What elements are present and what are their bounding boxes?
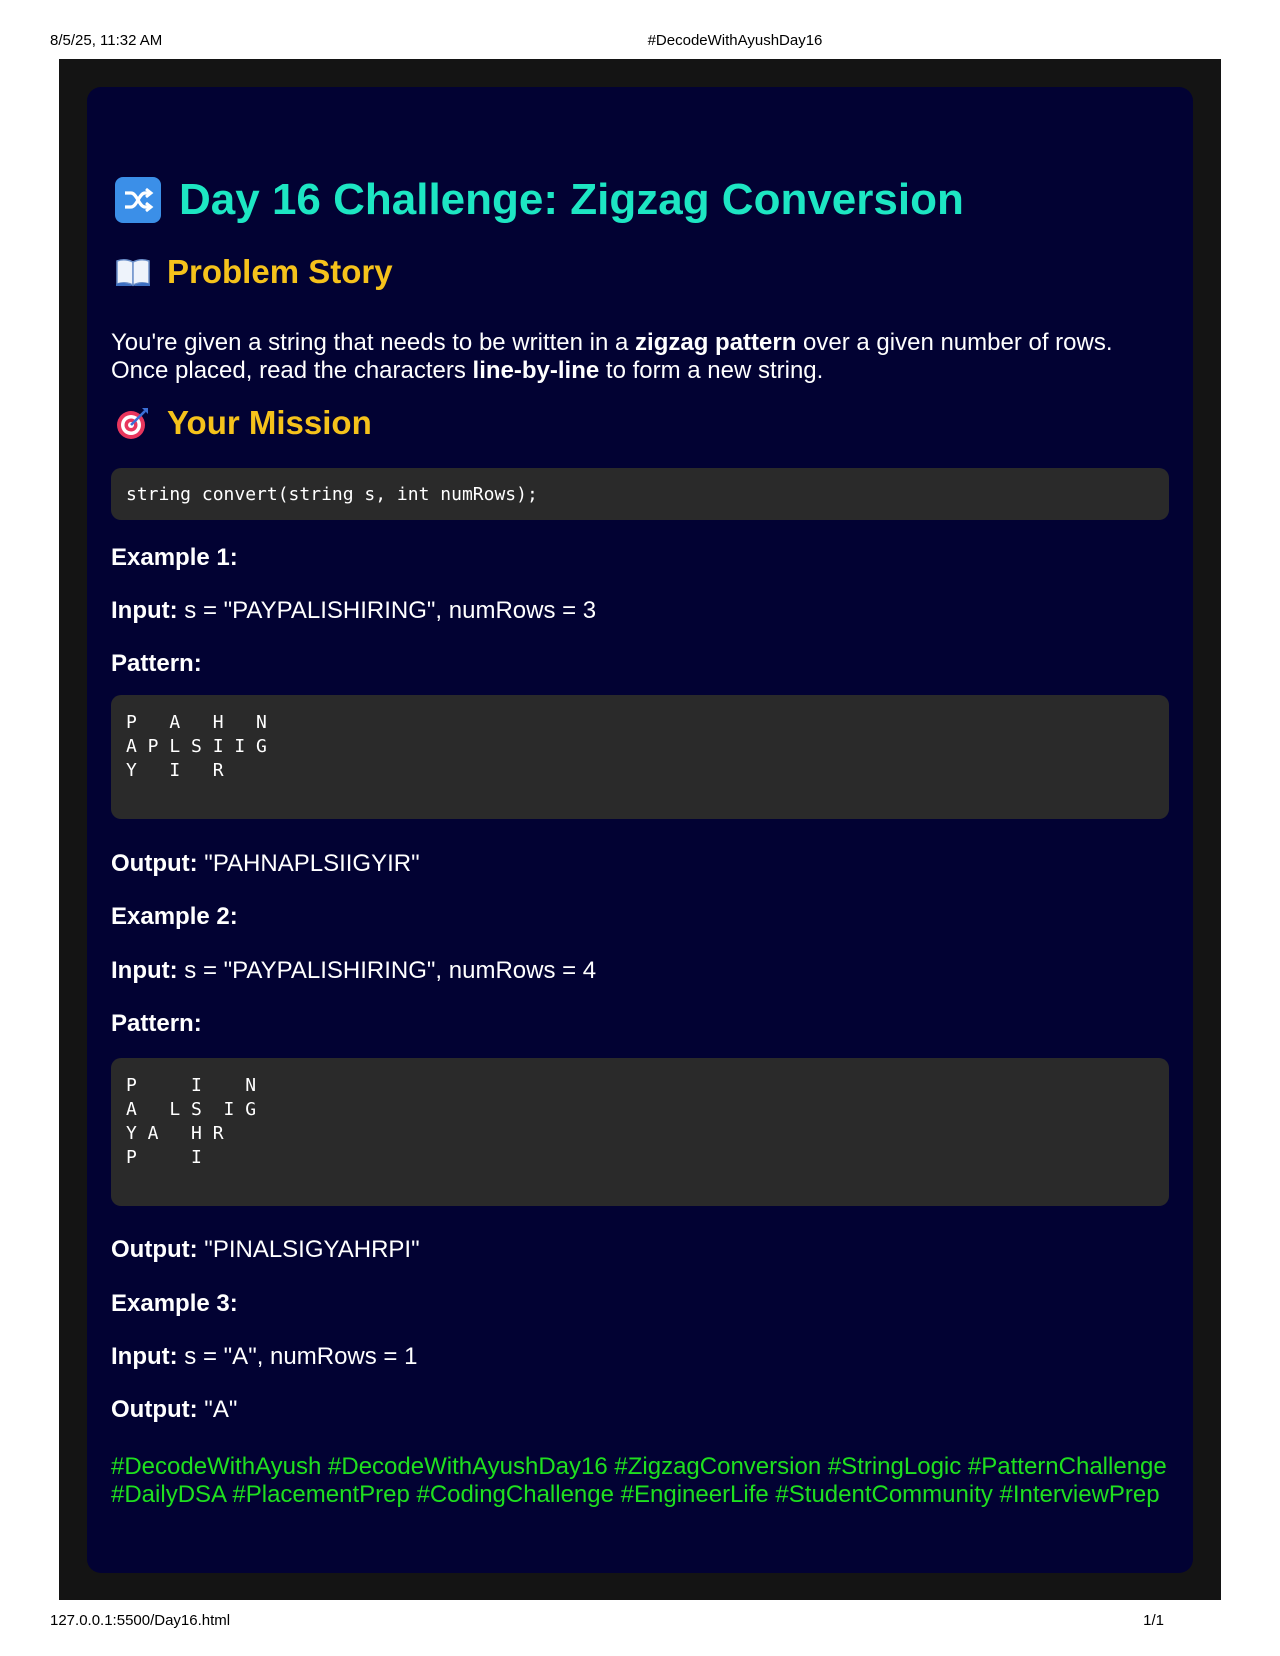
output-value: "A" — [197, 1396, 238, 1423]
example-2-pattern-label: Pattern: — [111, 1010, 202, 1037]
function-signature: string convert(string s, int numRows); — [111, 468, 1169, 520]
output-value: "PINALSIGYAHRPI" — [197, 1236, 420, 1263]
page-frame: Day 16 Challenge: Zigzag Conversion Prob… — [59, 59, 1221, 1600]
story-text-3: to form a new string. — [599, 357, 824, 384]
input-label: Input: — [111, 1343, 178, 1370]
example-3-title: Example 3: — [111, 1290, 238, 1317]
story-bold-2: line-by-line — [472, 357, 600, 384]
story-text-1: You're given a string that needs to be w… — [111, 329, 636, 356]
example-2-input: Input: s = "PAYPALISHIRING", numRows = 4 — [111, 957, 596, 985]
story-title: Problem Story — [167, 253, 393, 290]
story-bold-1: zigzag pattern — [635, 329, 797, 356]
story-text: You're given a string that needs to be w… — [111, 329, 1171, 385]
output-label: Output: — [111, 850, 198, 877]
example-1-input: Input: s = "PAYPALISHIRING", numRows = 3 — [111, 597, 596, 625]
input-value: s = "A", numRows = 1 — [177, 1343, 418, 1370]
hashtags: #DecodeWithAyush #DecodeWithAyushDay16 #… — [111, 1453, 1167, 1508]
challenge-card: Day 16 Challenge: Zigzag Conversion Prob… — [87, 87, 1193, 1573]
example-3-input: Input: s = "A", numRows = 1 — [111, 1343, 417, 1371]
example-1-output: Output: "PAHNAPLSIIGYIR" — [111, 850, 420, 878]
print-header: 8/5/25, 11:32 AM #DecodeWithAyushDay16 — [0, 32, 1280, 52]
shuffle-icon — [115, 177, 161, 223]
page-title-text: Day 16 Challenge: Zigzag Conversion — [179, 175, 964, 224]
output-label: Output: — [111, 1236, 198, 1263]
mission-title: Your Mission — [167, 404, 372, 441]
output-value: "PAHNAPLSIIGYIR" — [197, 850, 420, 877]
print-footer: 127.0.0.1:5500/Day16.html 1/1 — [0, 1612, 1280, 1632]
print-title: #DecodeWithAyushDay16 — [647, 32, 823, 49]
example-1-title: Example 1: — [111, 544, 238, 571]
print-page-number: 1/1 — [1143, 1612, 1164, 1629]
input-label: Input: — [111, 597, 178, 624]
example-1-pattern-label: Pattern: — [111, 650, 202, 677]
example-3-output: Output: "A" — [111, 1396, 237, 1424]
example-1-pattern: P A H N A P L S I I G Y I R — [111, 695, 1169, 819]
target-icon — [115, 405, 151, 441]
input-label: Input: — [111, 957, 178, 984]
open-book-icon — [115, 254, 151, 290]
example-2-pattern: P I N A L S I G Y A H R P I — [111, 1058, 1169, 1206]
example-2-title: Example 2: — [111, 903, 238, 930]
example-2-output: Output: "PINALSIGYAHRPI" — [111, 1236, 420, 1264]
story-heading: Problem Story — [115, 253, 393, 291]
input-value: s = "PAYPALISHIRING", numRows = 4 — [177, 957, 597, 984]
output-label: Output: — [111, 1396, 198, 1423]
input-value: s = "PAYPALISHIRING", numRows = 3 — [177, 597, 597, 624]
page-title: Day 16 Challenge: Zigzag Conversion — [115, 175, 964, 225]
mission-heading: Your Mission — [115, 404, 372, 442]
print-url: 127.0.0.1:5500/Day16.html — [50, 1612, 231, 1629]
